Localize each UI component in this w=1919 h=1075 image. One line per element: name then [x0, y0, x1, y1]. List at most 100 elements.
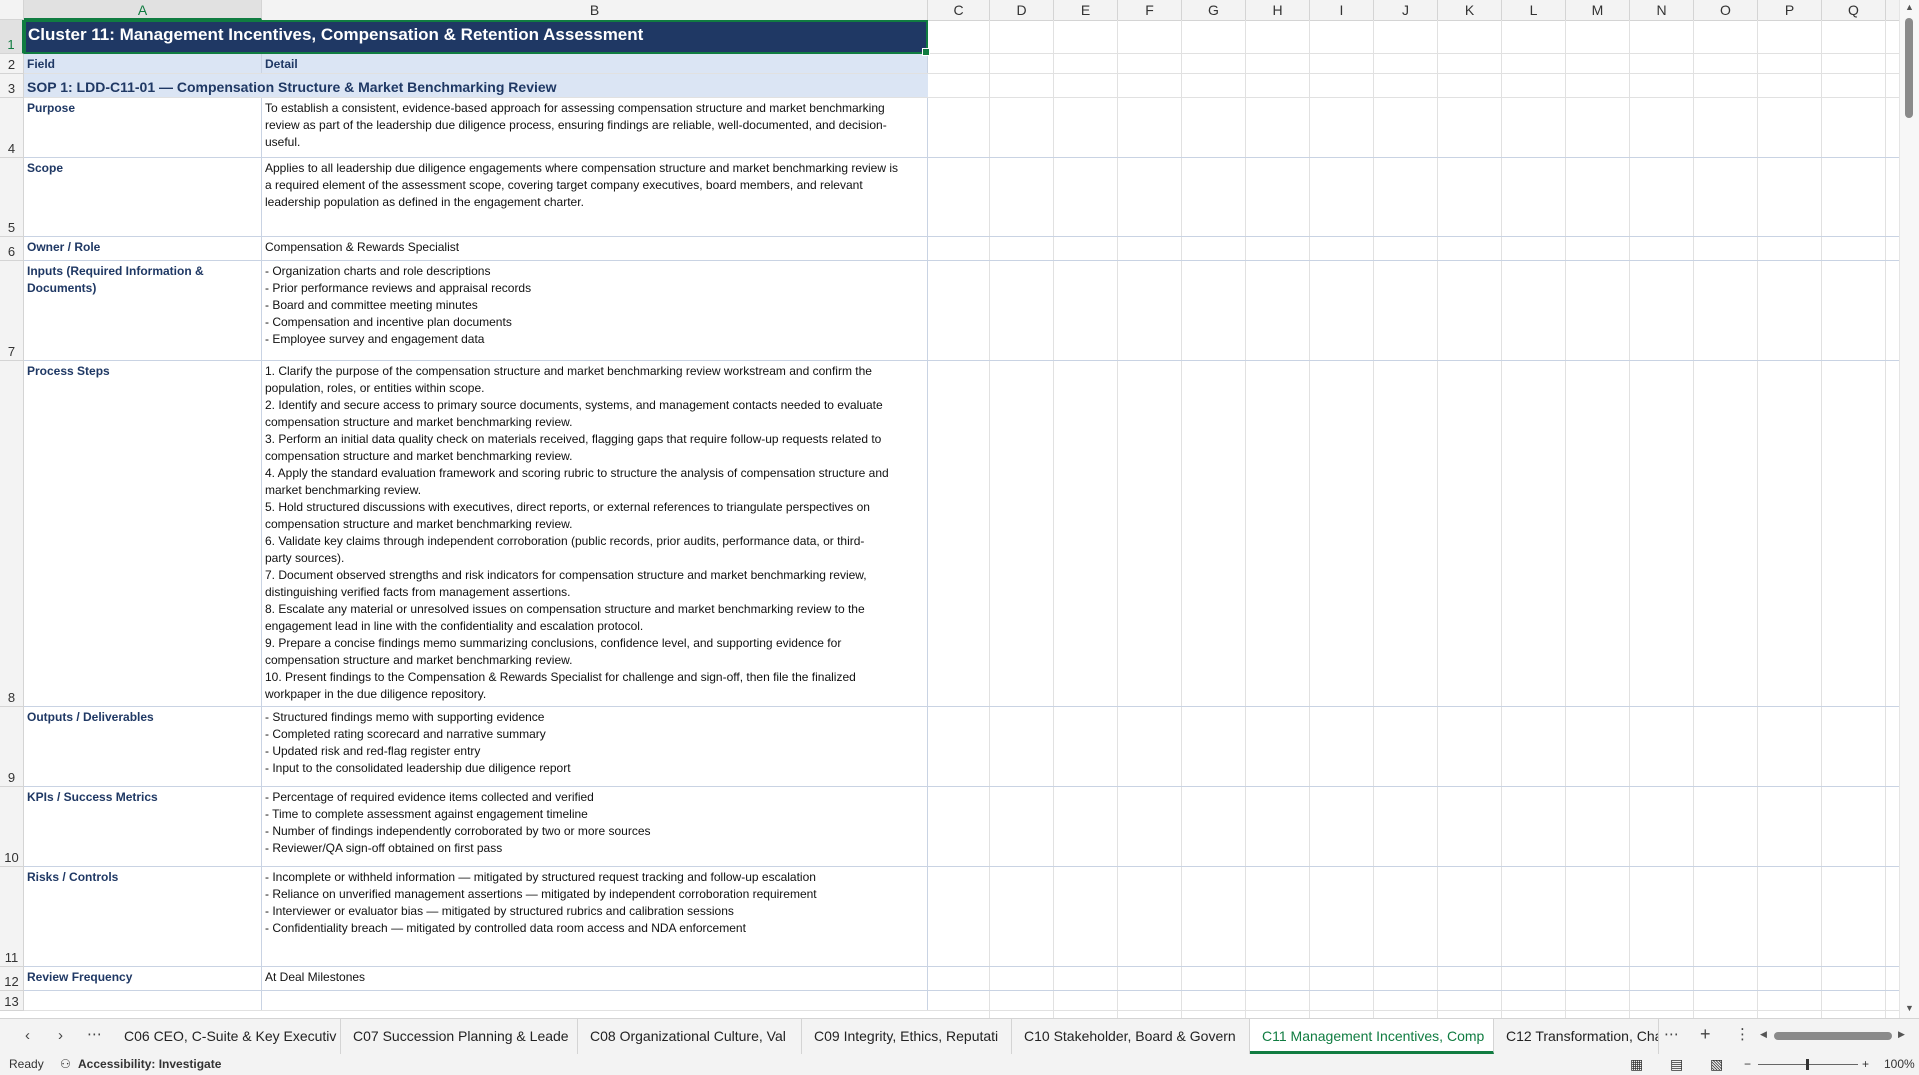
sheet-tab[interactable]: C10 Stakeholder, Board & Govern: [1012, 1019, 1250, 1054]
field-detail-cell[interactable]: To establish a consistent, evidence-base…: [262, 98, 928, 157]
scroll-up-icon[interactable]: ▲: [1900, 2, 1919, 12]
column-header-h[interactable]: H: [1246, 0, 1310, 20]
column-header-i[interactable]: I: [1310, 0, 1374, 20]
table-row: Inputs (Required Information & Documents…: [24, 261, 1900, 361]
field-detail-cell[interactable]: - Organization charts and role descripti…: [262, 261, 928, 360]
sheet-tab-bar: ‹ › ⋯ C06 CEO, C-Suite & Key Executiv C07…: [0, 1018, 1919, 1054]
row-header-2[interactable]: 2: [0, 54, 24, 74]
field-name-cell[interactable]: Review Frequency: [24, 967, 262, 990]
spreadsheet-grid[interactable]: ABCDEFGHIJKLMNOPQ 1 2 3 4 5 6 7 8 9 10 11 12 13 Clus…: [0, 0, 1919, 1018]
field-detail-cell[interactable]: - Percentage of required evidence items …: [262, 787, 928, 866]
accessibility-icon: ⚇: [60, 1057, 71, 1071]
column-header-g[interactable]: G: [1182, 0, 1246, 20]
select-all-corner[interactable]: [0, 0, 24, 20]
row-header-13[interactable]: 13: [0, 991, 24, 1011]
field-name-cell[interactable]: Inputs (Required Information & Documents…: [24, 261, 262, 360]
column-header-k[interactable]: K: [1438, 0, 1502, 20]
chevron-right-icon[interactable]: ›: [58, 1027, 63, 1044]
ellipsis-icon[interactable]: ⋯: [87, 1025, 102, 1043]
normal-view-icon[interactable]: ▦: [1630, 1054, 1643, 1075]
sheet-tab[interactable]: C12 Transformation, Cha: [1494, 1019, 1659, 1054]
column-header-e[interactable]: E: [1054, 0, 1118, 20]
row-header-3[interactable]: 3: [0, 74, 24, 98]
chevron-left-icon[interactable]: ‹: [25, 1027, 30, 1044]
field-name-cell[interactable]: KPIs / Success Metrics: [24, 787, 262, 866]
row-header-8[interactable]: 8: [0, 361, 24, 707]
vertical-scroll-thumb[interactable]: [1905, 18, 1913, 118]
table-row: Cluster 11: Management Incentives, Compe…: [24, 20, 1900, 54]
sheet-tab[interactable]: C11 Management Incentives, Comp: [1250, 1019, 1494, 1054]
field-name-cell[interactable]: Owner / Role: [24, 237, 262, 260]
horizontal-scroll-thumb[interactable]: [1774, 1032, 1892, 1040]
row-header-1[interactable]: 1: [0, 20, 24, 54]
column-header-c[interactable]: C: [928, 0, 990, 20]
field-detail-cell[interactable]: Applies to all leadership due diligence …: [262, 158, 928, 236]
column-header-q[interactable]: Q: [1822, 0, 1886, 20]
column-label-detail[interactable]: Detail: [262, 54, 928, 73]
field-detail-cell[interactable]: Compensation & Rewards Specialist: [262, 237, 928, 260]
accessibility-status[interactable]: Accessibility: Investigate: [78, 1054, 221, 1075]
table-row: Owner / Role Compensation & Rewards Speci…: [24, 237, 1900, 261]
field-name-cell[interactable]: Outputs / Deliverables: [24, 707, 262, 786]
scroll-down-icon[interactable]: ▼: [1900, 1003, 1919, 1013]
sheet-tab[interactable]: C07 Succession Planning & Leade: [341, 1019, 578, 1054]
page-break-icon[interactable]: ▧: [1710, 1054, 1723, 1075]
column-header-p[interactable]: P: [1758, 0, 1822, 20]
row-header-12[interactable]: 12: [0, 967, 24, 991]
sheet-title-cell[interactable]: Cluster 11: Management Incentives, Compe…: [24, 20, 928, 53]
scroll-right-icon[interactable]: ▶: [1898, 1029, 1905, 1040]
field-detail-cell[interactable]: - Incomplete or withheld information — m…: [262, 867, 928, 966]
row-header-6[interactable]: 6: [0, 237, 24, 261]
table-row: Review Frequency At Deal Milestones: [24, 967, 1900, 991]
row-header-9[interactable]: 9: [0, 707, 24, 787]
column-header-l[interactable]: L: [1502, 0, 1566, 20]
table-row: Process Steps 1. Clarify the purpose of t…: [24, 361, 1900, 707]
field-detail-cell[interactable]: - Structured findings memo with supporti…: [262, 707, 928, 786]
field-name-cell[interactable]: Risks / Controls: [24, 867, 262, 966]
column-header-a[interactable]: A: [24, 0, 262, 20]
row-header-11[interactable]: 11: [0, 867, 24, 967]
zoom-out-icon[interactable]: −: [1744, 1054, 1751, 1075]
zoom-slider-knob[interactable]: [1806, 1059, 1809, 1070]
page-layout-icon[interactable]: ▤: [1670, 1054, 1683, 1075]
field-name-cell[interactable]: [24, 991, 262, 1010]
table-row: Purpose To establish a consistent, eviden…: [24, 98, 1900, 158]
field-name-cell[interactable]: Process Steps: [24, 361, 262, 706]
scroll-left-icon[interactable]: ◀: [1760, 1029, 1767, 1040]
column-header-bar: ABCDEFGHIJKLMNOPQ: [0, 0, 1900, 21]
table-row: [24, 991, 1900, 1011]
field-detail-cell[interactable]: At Deal Milestones: [262, 967, 928, 990]
vertical-scrollbar[interactable]: ▲ ▼: [1899, 0, 1919, 1018]
sheet-tab[interactable]: C06 CEO, C-Suite & Key Executiv: [112, 1019, 341, 1054]
horizontal-scrollbar[interactable]: ◀ ▶: [1760, 1029, 1910, 1043]
table-row: Field Detail: [24, 54, 1900, 74]
row-header-10[interactable]: 10: [0, 787, 24, 867]
column-label-field[interactable]: Field: [24, 54, 262, 73]
column-header-o[interactable]: O: [1694, 0, 1758, 20]
field-detail-cell[interactable]: 1. Clarify the purpose of the compensati…: [262, 361, 928, 706]
plus-icon[interactable]: +: [1700, 1024, 1711, 1045]
field-name-cell[interactable]: Scope: [24, 158, 262, 236]
table-row: Scope Applies to all leadership due dilig…: [24, 158, 1900, 237]
sheet-tab[interactable]: C08 Organizational Culture, Val: [578, 1019, 802, 1054]
column-header-m[interactable]: M: [1566, 0, 1630, 20]
zoom-level[interactable]: 100%: [1884, 1054, 1915, 1075]
column-header-n[interactable]: N: [1630, 0, 1694, 20]
row-header-5[interactable]: 5: [0, 158, 24, 237]
table-row: KPIs / Success Metrics - Percentage of re…: [24, 787, 1900, 867]
column-header-b[interactable]: B: [262, 0, 928, 20]
field-detail-cell[interactable]: [262, 991, 928, 1010]
sheet-tab[interactable]: C09 Integrity, Ethics, Reputati: [802, 1019, 1012, 1054]
row-header-4[interactable]: 4: [0, 98, 24, 158]
cell-area[interactable]: Cluster 11: Management Incentives, Compe…: [24, 20, 1900, 1018]
status-ready: Ready: [9, 1057, 44, 1071]
field-name-cell[interactable]: Purpose: [24, 98, 262, 157]
column-header-d[interactable]: D: [990, 0, 1054, 20]
row-header-7[interactable]: 7: [0, 261, 24, 361]
zoom-in-icon[interactable]: +: [1862, 1054, 1869, 1075]
more-tabs-icon[interactable]: ⋯: [1664, 1025, 1679, 1043]
column-header-j[interactable]: J: [1374, 0, 1438, 20]
vertical-ellipsis-icon[interactable]: ⋮: [1735, 1025, 1750, 1043]
column-header-f[interactable]: F: [1118, 0, 1182, 20]
sop-heading-cell[interactable]: SOP 1: LDD-C11-01 — Compensation Structu…: [24, 74, 928, 97]
